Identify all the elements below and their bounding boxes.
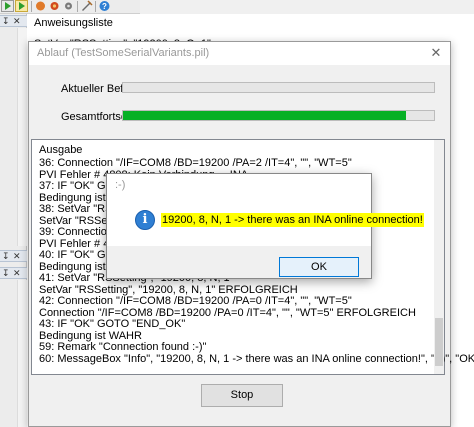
instruction-list-title: Anweisungsliste [34, 17, 113, 29]
close-icon[interactable]: ✕ [13, 251, 21, 262]
stop-icon[interactable] [34, 0, 47, 12]
output-line: SetVar "RSSetting", "19200, 8, N, 1" ERF… [39, 283, 298, 296]
ok-button[interactable]: OK [279, 257, 359, 277]
run-icon[interactable] [1, 0, 14, 12]
message-box-title: :-) [115, 179, 126, 191]
output-line: Bedingung ist WAHR [39, 329, 142, 342]
panel-header: ↧ ✕ [0, 15, 27, 27]
close-icon[interactable]: ✕ [13, 16, 21, 27]
close-icon[interactable]: ✕ [13, 268, 21, 279]
total-progress-bar [122, 110, 435, 121]
panel-header: ↧ ✕ [0, 267, 27, 279]
pin-icon[interactable]: ↧ [2, 251, 10, 262]
toolbar-separator [77, 1, 78, 12]
toolbar: ? [0, 0, 140, 14]
help-icon[interactable]: ? [98, 0, 111, 12]
svg-text:?: ? [102, 2, 107, 11]
message-box: :-) i 19200, 8, N, 1 -> there was an INA… [106, 173, 424, 279]
output-scrollbar[interactable] [434, 140, 444, 374]
stop-button[interactable]: Stop [201, 384, 283, 407]
panel-scrollbar[interactable] [17, 280, 27, 427]
output-line: Connection "/IF=COM8 /BD=19200 /PA=0 /IT… [39, 306, 416, 319]
tools-icon[interactable] [80, 0, 93, 12]
panel-header: ↧ ✕ [0, 250, 27, 262]
output-heading: Ausgabe [39, 144, 83, 156]
scrollbar-thumb[interactable] [435, 318, 443, 366]
record-icon[interactable] [48, 0, 61, 12]
toolbar-separator [31, 1, 32, 12]
output-line: 43: IF "OK" GOTO "END_OK" [39, 318, 186, 330]
info-icon: i [135, 210, 155, 230]
dialog-titlebar[interactable]: Ablauf (TestSomeSerialVariants.pil) ✕ [29, 42, 450, 65]
message-box-body: i 19200, 8, N, 1 -> there was an INA onl… [107, 196, 424, 246]
pin-icon[interactable]: ↧ [2, 16, 10, 27]
output-line: 42: Connection "/IF=COM8 /BD=19200 /PA=0… [39, 295, 352, 307]
dialog-title: Ablauf (TestSomeSerialVariants.pil) [37, 47, 210, 59]
settings-icon[interactable] [62, 0, 75, 12]
output-line: 60: MessageBox "Info", "19200, 8, N, 1 -… [39, 352, 474, 365]
current-command-progress-bar [122, 82, 435, 93]
close-icon[interactable]: ✕ [427, 45, 445, 61]
output-line: 59: Remark "Connection found :-)" [39, 341, 207, 353]
message-text: 19200, 8, N, 1 -> there was an INA onlin… [161, 213, 424, 227]
total-progress-fill [123, 111, 406, 120]
message-box-titlebar[interactable]: :-) [107, 174, 371, 196]
output-line: 36: Connection "/IF=COM8 /BD=19200 /PA=2… [39, 157, 352, 169]
toolbar-separator [95, 1, 96, 12]
left-side-panel: ↧ ✕ ↧ ✕ ↧ ✕ [0, 14, 27, 427]
run-selected-icon[interactable] [15, 0, 28, 12]
panel-scrollbar[interactable] [17, 28, 27, 246]
pin-icon[interactable]: ↧ [2, 268, 10, 279]
